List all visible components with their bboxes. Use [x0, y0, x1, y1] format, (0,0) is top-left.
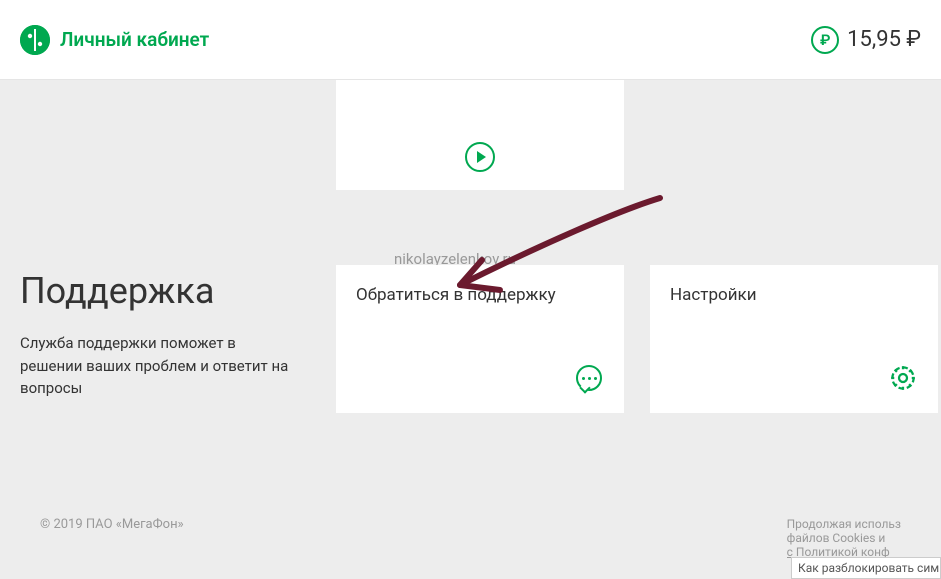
- header-title[interactable]: Личный кабинет: [60, 28, 209, 51]
- footer-line1: Продолжая использ: [787, 517, 901, 531]
- settings-card-title: Настройки: [670, 285, 918, 305]
- balance-block[interactable]: ₽ 15,95 ₽: [811, 26, 921, 54]
- settings-card[interactable]: Настройки: [650, 265, 938, 413]
- section-title: Поддержка: [20, 270, 300, 312]
- support-card[interactable]: Обратиться в поддержку: [336, 265, 624, 413]
- section-header: Поддержка Служба поддержки поможет в реш…: [20, 270, 300, 400]
- support-card-title: Обратиться в поддержку: [356, 285, 604, 305]
- balance-value: 15,95 ₽: [847, 27, 921, 52]
- gear-icon: [888, 363, 918, 393]
- footer: © 2019 ПАО «МегаФон» Продолжая использ ф…: [0, 517, 941, 559]
- header-left: Личный кабинет: [20, 25, 209, 55]
- ruble-icon: ₽: [811, 26, 839, 54]
- section-description: Служба поддержки поможет в решении ваших…: [20, 332, 300, 400]
- header: Личный кабинет ₽ 15,95 ₽: [0, 0, 941, 80]
- footer-disclaimer: Продолжая использ файлов Cookies и с Пол…: [787, 517, 901, 559]
- chat-icon: [574, 363, 604, 393]
- promo-card[interactable]: [336, 80, 624, 190]
- footer-copyright: © 2019 ПАО «МегаФон»: [40, 517, 184, 532]
- logo-icon[interactable]: [20, 25, 50, 55]
- footer-line2: файлов Cookies и: [787, 531, 901, 545]
- bottom-hint-box[interactable]: Как разблокировать симкар: [791, 557, 941, 579]
- play-icon[interactable]: [465, 142, 495, 172]
